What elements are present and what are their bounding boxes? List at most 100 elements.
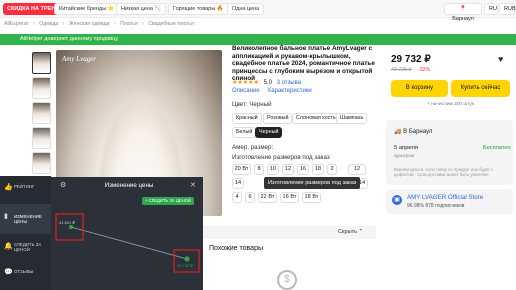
breadcrumb-item[interactable]: Женская одежда — [69, 21, 110, 27]
size-option[interactable]: 12 — [282, 164, 294, 175]
sidebar-item-reviews[interactable]: 💬 ОТЗЫВЫ — [0, 262, 51, 288]
product-tabs: Описание Характеристики — [232, 88, 318, 94]
top-promo-bar: СКИДКА НА ТРЕНДЫ Китайские бренды ⭐ Низк… — [0, 0, 516, 22]
follow-price-button[interactable]: + СЛЕДИТЬ ЗА ЦЕНОЙ — [142, 197, 194, 205]
reviews-link[interactable]: 3 отзыва — [277, 80, 301, 86]
store-subscribers: 878 подписчиков — [425, 203, 465, 209]
delivery-guarantee-note: Вернём деньги, если товар не приедет или… — [394, 167, 494, 177]
old-price: 43 725 ₽ — [391, 67, 412, 73]
current-price: 29 732 ₽ — [391, 54, 431, 65]
language-selector[interactable]: RU — [484, 3, 498, 15]
pin-icon: 📍 — [459, 6, 467, 12]
thumbnail[interactable] — [32, 77, 51, 99]
color-label: Цвет: Черный — [232, 101, 272, 108]
trusted-seller-banner: AliHelper доверяет данному продавцу — [0, 34, 516, 45]
bell-icon: 🔔 — [4, 243, 13, 250]
color-option[interactable]: Розовый — [263, 113, 293, 124]
color-option-selected[interactable]: Черный — [255, 127, 283, 138]
add-to-cart-button[interactable]: В корзину — [391, 80, 448, 97]
promo-one-price[interactable]: Одна цена — [227, 3, 265, 15]
size-option[interactable]: 2 — [327, 164, 337, 175]
sidebar-item-price-change[interactable]: ▮ ИЗМЕНЕНИЕ ЦЕНЫ — [0, 204, 51, 234]
breadcrumb-separator: › — [142, 21, 144, 27]
price-point-end[interactable] — [184, 256, 190, 262]
color-option[interactable]: Слоновая кость — [292, 113, 340, 124]
rating-score: 5.0 — [263, 80, 272, 86]
thumbnail[interactable] — [32, 102, 51, 124]
size-option[interactable]: 8 — [254, 164, 264, 175]
collapse-toggle[interactable]: Скрыть ⌃ — [338, 229, 363, 235]
price-series-line — [70, 226, 188, 260]
delivery-city[interactable]: 🚚 В Барнаул — [394, 128, 432, 135]
size-option[interactable]: 18 Вт — [302, 192, 321, 203]
size-tooltip: Изготовление размеров под заказ — [264, 177, 361, 189]
collapse-label: Скрыть — [338, 229, 358, 235]
size-option[interactable]: 22 Вт — [258, 192, 277, 203]
tab-description[interactable]: Описание — [232, 88, 260, 94]
price-point-start[interactable] — [69, 225, 73, 229]
location-selector[interactable]: 📍 Барнаул — [444, 3, 482, 22]
truck-icon: 🚚 — [394, 129, 402, 135]
size-option[interactable]: 4 — [232, 192, 242, 203]
thumbnail[interactable] — [32, 127, 51, 149]
color-option[interactable]: Красный — [232, 113, 262, 124]
breadcrumb-separator: › — [62, 21, 65, 27]
bar-chart-icon: ▮ — [4, 213, 8, 220]
bonus-points: + начислим 300 штук — [427, 102, 474, 107]
promo-chinese-brands[interactable]: Китайские бренды ⭐ — [54, 3, 120, 15]
tab-characteristics[interactable]: Характеристики — [267, 88, 312, 94]
size-option[interactable]: 16 — [297, 164, 309, 175]
star-rating-icon: ★★★★★ — [232, 80, 259, 86]
price-label-end: 29 732 ₽ — [177, 263, 193, 268]
delivery-date: 5 апреля — [394, 145, 418, 151]
breadcrumb: AliExpress › Одежда › Женская одежда › П… — [4, 21, 197, 27]
delivery-price: Бесплатно — [483, 145, 511, 151]
size-option[interactable]: 6 — [245, 192, 255, 203]
size-option[interactable]: 16 Вт — [280, 192, 299, 203]
close-icon[interactable]: ✕ — [190, 181, 196, 189]
discount-badge: -32% — [418, 67, 431, 73]
breadcrumb-item[interactable]: AliExpress — [4, 21, 29, 27]
product-rating: ★★★★★ 5.0 3 отзыва — [232, 79, 301, 86]
price-history-chart: 41 601 ₽ 29 732 ₽ — [55, 213, 200, 273]
product-title: Великолепное бальное платье AmyLvager с … — [232, 45, 375, 82]
store-positive-rate: 96.98% — [407, 203, 424, 209]
chat-icon: 💬 — [4, 269, 13, 276]
color-option[interactable]: Шампань — [336, 113, 368, 124]
sidebar-item-rating[interactable]: 👍 РЕЙТИНГ — [0, 177, 51, 203]
buy-now-button[interactable]: Купить сейчас — [451, 80, 510, 97]
breadcrumb-item[interactable]: Одежда — [39, 21, 58, 27]
size-table-link[interactable]: Изготовление размеров под заказ — [232, 154, 330, 161]
thumbnail[interactable] — [32, 152, 51, 174]
currency-selector[interactable]: RUB — [499, 3, 516, 15]
dollar-icon: $ — [277, 270, 297, 290]
banner-text: AliHelper доверяет данному продавцу — [20, 36, 119, 42]
size-option[interactable]: 14 — [232, 178, 244, 189]
size-option[interactable]: 20 Вт — [232, 164, 251, 175]
breadcrumb-separator: › — [32, 21, 35, 27]
breadcrumb-separator: › — [114, 21, 116, 27]
similar-products-title: Похожие товары — [209, 245, 263, 252]
delivery-city-label: В Барнаул — [403, 129, 433, 135]
alihelper-sidebar: 👍 РЕЙТИНГ ▮ ИЗМЕНЕНИЕ ЦЕНЫ 🔔 СЛЕДИТЬ ЗА … — [0, 176, 51, 290]
size-option[interactable]: 12 — [348, 164, 366, 175]
sidebar-item-follow-price[interactable]: 🔔 СЛЕДИТЬ ЗА ЦЕНОЙ — [0, 234, 51, 262]
location-label: Барнаул — [452, 16, 474, 22]
thumbnail[interactable] — [32, 52, 51, 74]
store-icon: ▣ — [392, 195, 402, 205]
breadcrumb-item[interactable]: Платья — [120, 21, 137, 27]
store-card[interactable] — [386, 189, 513, 214]
size-option[interactable]: 10 — [267, 164, 279, 175]
sidebar-item-label: РЕЙТИНГ — [14, 184, 35, 189]
size-option[interactable]: 18 — [312, 164, 324, 175]
delivery-method: курьером — [394, 153, 415, 158]
price-label-start: 41 601 ₽ — [59, 220, 75, 225]
color-option[interactable]: Белый — [232, 127, 257, 138]
promo-hot-items[interactable]: Горящие товары 🔥 — [168, 3, 229, 15]
favorite-heart-icon[interactable]: ♥ — [498, 54, 503, 64]
promo-low-price[interactable]: Низкая цена 📉 — [116, 3, 167, 15]
breadcrumb-item[interactable]: Свадебные платья — [148, 21, 194, 27]
gear-icon[interactable]: ⚙ — [60, 181, 66, 189]
store-name[interactable]: AMY LVAGER Official Store — [407, 194, 483, 201]
thumbs-up-icon: 👍 — [4, 184, 13, 191]
